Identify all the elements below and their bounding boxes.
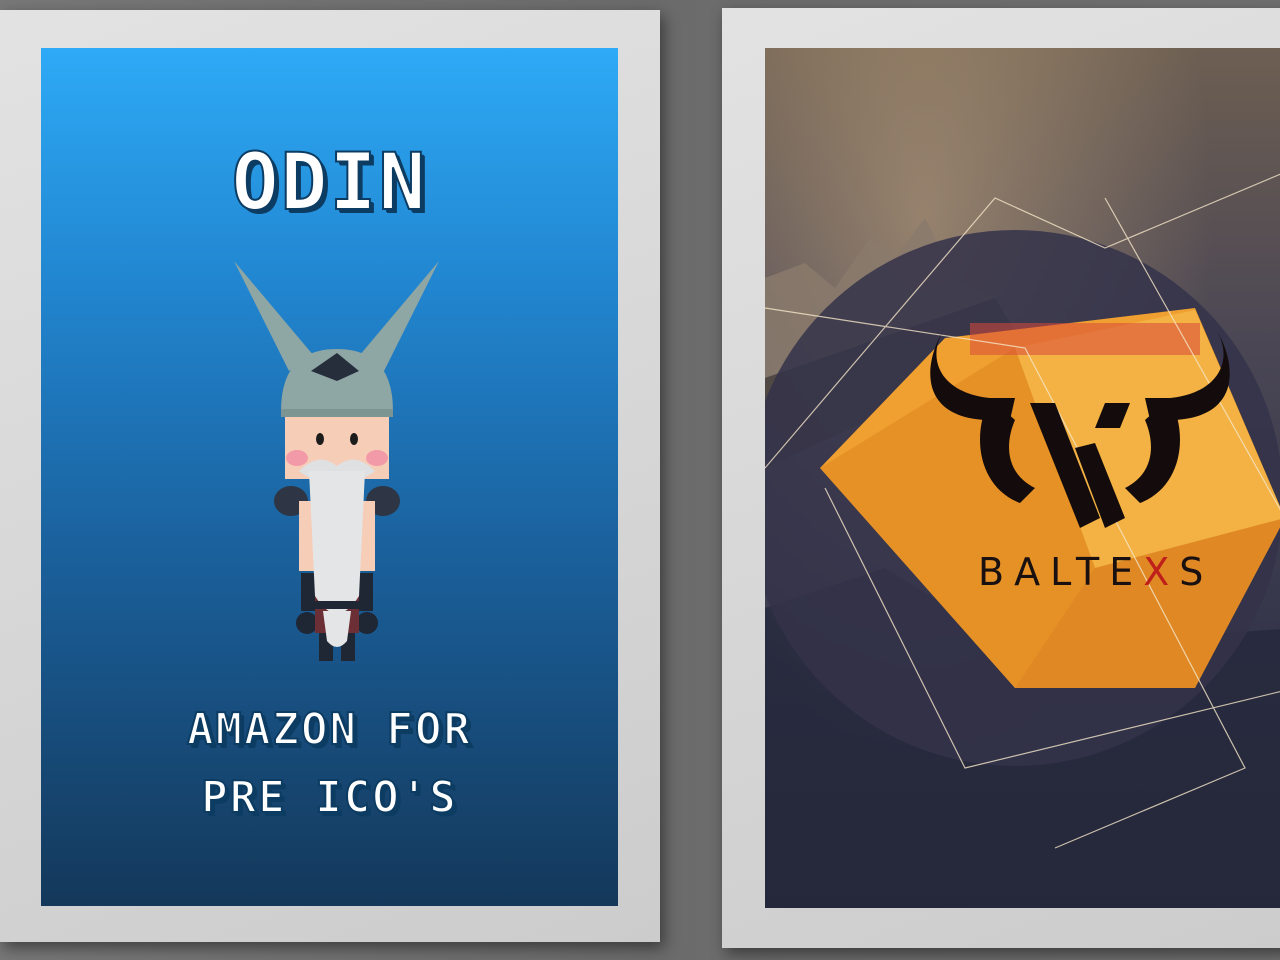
baltexs-poster: BALTEXS: [765, 48, 1280, 908]
tagline-line-1: AMAZON FOR: [186, 703, 472, 756]
baltexs-wordmark: BALTEXS: [978, 550, 1213, 594]
odin-poster: ODIN AMAZON FOR PRE ICO'S: [41, 48, 618, 906]
tagline-line-2: PRE ICO'S: [200, 771, 458, 824]
brand-x: X: [1143, 550, 1180, 594]
baltexs-artwork: [765, 173, 1280, 908]
odin-tagline: AMAZON FOR PRE ICO'S: [41, 696, 618, 832]
odin-title: ODIN: [231, 137, 428, 229]
right-horn-icon: [359, 261, 439, 371]
beard-icon: [309, 471, 365, 614]
brand-part-2: S: [1179, 550, 1214, 594]
brand-part-1: BALTE: [978, 550, 1144, 594]
left-horn-icon: [234, 261, 314, 371]
viking-character-illustration: [234, 261, 439, 661]
